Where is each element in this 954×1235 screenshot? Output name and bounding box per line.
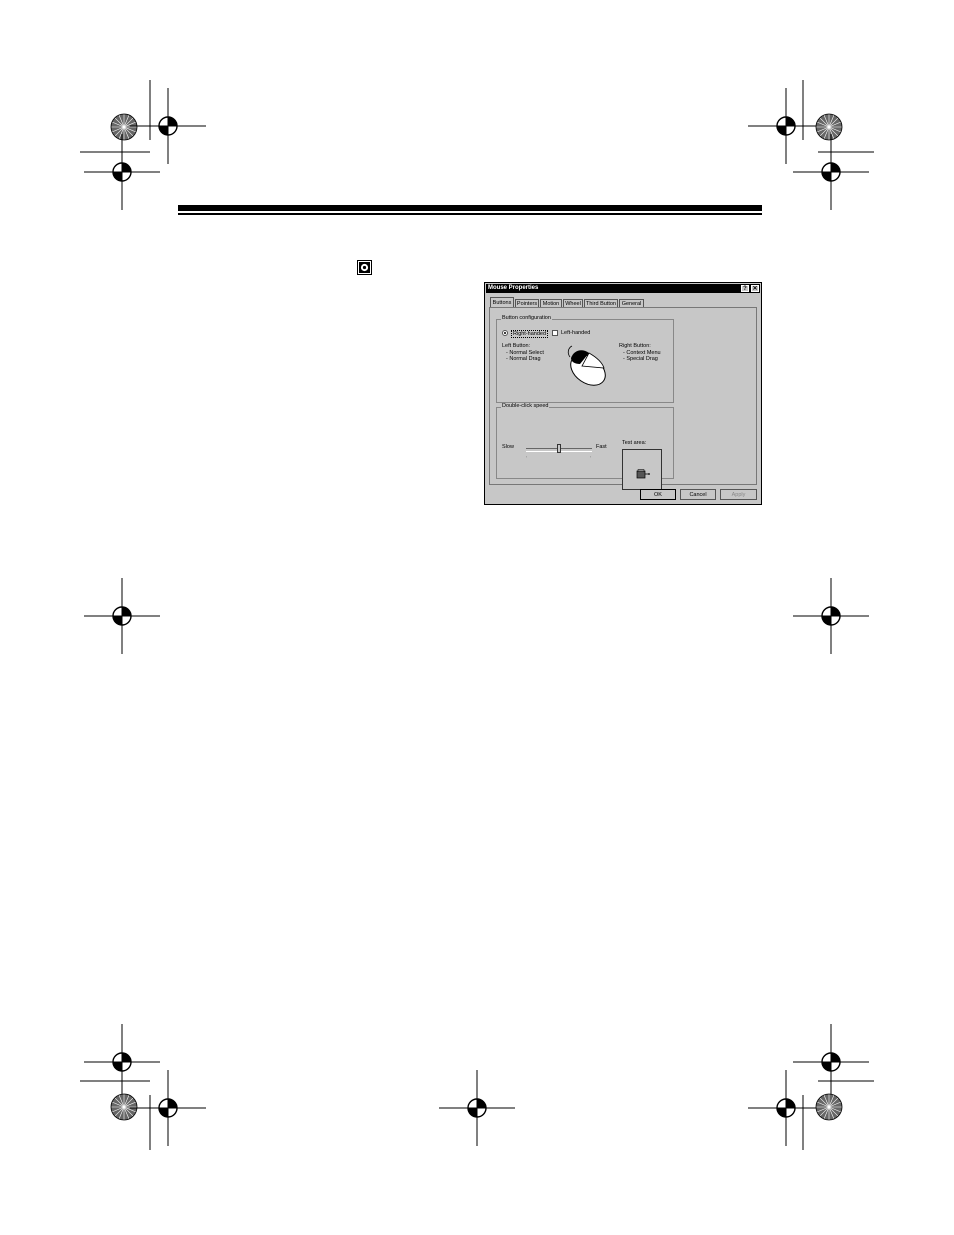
buttons-tab-panel: Button configuration Right-handed Left-h…	[489, 307, 757, 490]
header-rule-thick	[178, 205, 762, 211]
mouse-illustration-icon	[567, 345, 606, 386]
left-button-item: - Normal Drag	[506, 356, 541, 362]
tick-mark: '	[526, 455, 527, 460]
fast-label: Fast	[596, 444, 607, 450]
tab-general[interactable]: General	[619, 299, 644, 307]
dialog-title-bar: Mouse Properties ? ✕	[486, 284, 760, 293]
button-configuration-label: Button configuration	[501, 315, 552, 321]
double-click-speed-label: Double-click speed	[501, 403, 550, 409]
tab-pointers[interactable]: Pointers	[515, 299, 539, 307]
left-handed-label[interactable]: Left-handed	[561, 330, 590, 336]
mouse-settings-icon	[357, 260, 372, 275]
right-button-item: - Special Drag	[623, 356, 658, 362]
right-handed-radio[interactable]	[502, 330, 508, 336]
slider-thumb[interactable]	[557, 444, 561, 453]
left-button-title: Left Button:	[502, 343, 531, 349]
apply-button[interactable]: Apply	[720, 489, 757, 500]
dialog-title: Mouse Properties	[488, 285, 539, 291]
right-button-title: Right Button:	[619, 343, 651, 349]
ok-button[interactable]: OK	[640, 489, 676, 500]
jack-in-the-box-icon	[636, 469, 650, 479]
left-handed-radio[interactable]	[552, 330, 558, 336]
tab-buttons[interactable]: Buttons	[490, 297, 514, 307]
test-area[interactable]	[622, 449, 662, 490]
registration-marks	[80, 80, 874, 1150]
mouse-properties-dialog: Mouse Properties ? ✕ Buttons Pointers Mo…	[484, 282, 762, 505]
tick-mark: '	[590, 455, 591, 460]
test-area-label: Test area:	[622, 440, 647, 446]
cancel-button[interactable]: Cancel	[680, 489, 716, 500]
close-button[interactable]: ✕	[751, 285, 759, 292]
tab-third-button[interactable]: Third Button	[584, 299, 618, 307]
slow-label: Slow	[502, 444, 514, 450]
right-handed-label[interactable]: Right-handed	[511, 330, 549, 338]
header-rule-thin	[178, 213, 762, 215]
tab-wheel[interactable]: Wheel	[563, 299, 583, 307]
tab-motion[interactable]: Motion	[540, 299, 562, 307]
help-button[interactable]: ?	[741, 285, 749, 292]
